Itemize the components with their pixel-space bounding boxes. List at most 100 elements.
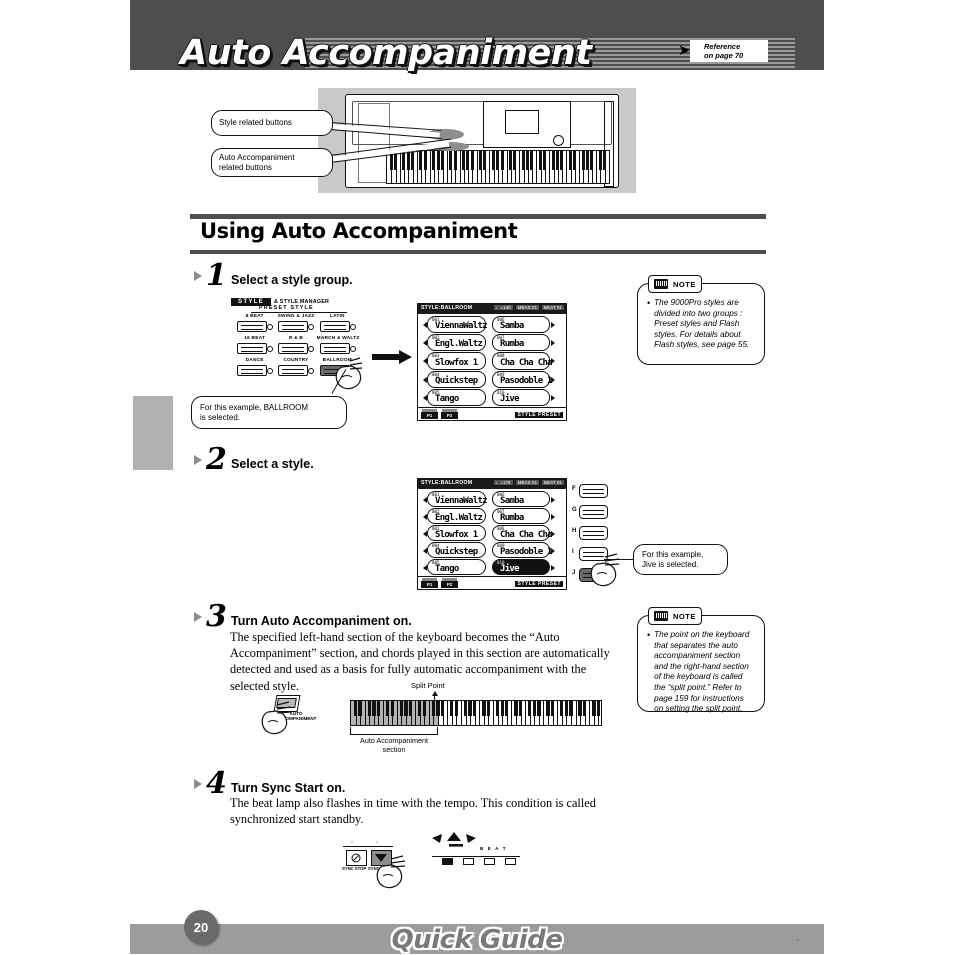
- keyboard-note-icon: [654, 611, 668, 621]
- style-name: Engl.Waltz: [435, 339, 483, 350]
- black-key: [590, 151, 594, 170]
- lcd1-status-1: MEAS 01: [515, 305, 540, 310]
- style-group-led: [308, 367, 315, 374]
- white-key-divider: [557, 701, 559, 725]
- black-key: [470, 151, 474, 170]
- callout-jive-example: For this example, Jive is selected.: [633, 544, 728, 575]
- style-group-cell-1: SWING & JAZZ: [275, 314, 316, 336]
- lcd1-titlebar: STYLE:BALLROOM ♩=140 MEAS 01 BEAT 01: [418, 304, 566, 314]
- white-key-divider: [511, 701, 513, 725]
- lcd2-item-viennawaltz[interactable]: 001 ViennaWaltz: [427, 491, 488, 507]
- lcd1-tab-p2[interactable]: P2: [441, 412, 458, 419]
- white-key-divider: [364, 701, 366, 725]
- lcd2-item-jive[interactable]: 010 Jive: [492, 559, 550, 575]
- side-button-label-h: H: [572, 528, 577, 534]
- white-key-divider: [519, 151, 521, 183]
- black-key: [500, 151, 504, 170]
- side-button-g[interactable]: [579, 505, 608, 519]
- bullet-icon: •: [647, 630, 651, 640]
- arrow-left-icon: [422, 514, 427, 520]
- style-name: Slowfox 1: [435, 357, 478, 368]
- white-key-divider: [575, 701, 577, 725]
- style-group-label: MARCH & WALTZ: [316, 336, 360, 341]
- style-manager-subtitle: PRESET STYLE: [259, 305, 314, 311]
- style-group-button-swing-jazz[interactable]: [278, 321, 309, 332]
- lcd2-tab-p2[interactable]: P2: [441, 581, 458, 588]
- lcd1-item-quickstep[interactable]: 004 Quickstep: [427, 370, 486, 388]
- white-key-divider: [506, 151, 508, 183]
- white-key-divider: [596, 151, 598, 183]
- style-group-button-country[interactable]: [278, 365, 309, 376]
- lcd2-item-samba[interactable]: 006 Samba: [492, 491, 550, 507]
- lcd2-item-pasodoble-1[interactable]: 009 Pasodoble 1: [492, 542, 553, 558]
- black-key: [505, 701, 509, 716]
- lcd1-item-slowfox-1[interactable]: 003 Slowfox 1: [427, 352, 486, 370]
- black-key: [598, 151, 602, 170]
- lcd1-item-engl-waltz[interactable]: 002 Engl.Waltz: [427, 334, 486, 352]
- sync-start-led: ◦: [376, 840, 379, 846]
- lcd1-item-jive[interactable]: 010 Jive: [492, 388, 550, 406]
- beat-lamp-2: [463, 858, 474, 865]
- lcd2-cell: 006 Samba: [492, 491, 556, 507]
- arrow-left-icon: [422, 322, 427, 328]
- white-key-divider: [429, 151, 431, 183]
- lcd1-item-viennawaltz[interactable]: 001 ViennaWaltz: [427, 316, 488, 334]
- style-group-button-latin[interactable]: [319, 321, 350, 332]
- style-group-led: [349, 345, 356, 352]
- black-key: [449, 151, 453, 170]
- style-group-cell-6: DANCE: [234, 358, 275, 380]
- style-group-button-8-beat[interactable]: [237, 321, 267, 332]
- arrow-left-icon: [422, 497, 427, 503]
- white-key-divider: [459, 151, 461, 183]
- style-group-button-march-waltz[interactable]: [319, 343, 350, 354]
- lcd1-status-2: BEAT 01: [542, 305, 564, 310]
- style-name: Quickstep: [435, 375, 478, 386]
- sync-stop-button[interactable]: [346, 850, 367, 866]
- style-group-button-r-b[interactable]: [278, 343, 309, 354]
- side-button-h[interactable]: [579, 526, 608, 540]
- style-group-label: COUNTRY: [283, 358, 309, 363]
- beat-label: B E A T: [480, 846, 508, 851]
- style-name: Tango: [435, 393, 459, 404]
- style-group-button-16-beat[interactable]: [237, 343, 267, 354]
- black-key: [367, 701, 372, 716]
- lcd2-item-slowfox-1[interactable]: 003 Slowfox 1: [427, 525, 486, 541]
- lcd2-cell: 008 Cha Cha Cha: [492, 525, 556, 541]
- instrument-display-screen: [505, 110, 539, 134]
- black-key: [546, 701, 550, 716]
- style-group-led: [349, 323, 356, 330]
- lcd1-item-rumba[interactable]: 007 Rumba: [492, 334, 550, 352]
- style-group-cell-4: R & B: [275, 336, 316, 358]
- lcd2-item-rumba[interactable]: 007 Rumba: [492, 508, 550, 524]
- lcd2-item-cha-cha-cha[interactable]: 008 Cha Cha Cha: [492, 525, 553, 541]
- lcd1-item-pasodoble-1[interactable]: 009 Pasodoble 1: [492, 370, 553, 388]
- style-name: Slowfox 1: [435, 530, 478, 541]
- black-key: [468, 701, 472, 716]
- note-2-text: The point on the keyboard that separates…: [654, 630, 750, 714]
- auto-accomp-section-brace: [350, 727, 438, 735]
- lcd1-item-samba[interactable]: 006 Samba: [492, 316, 550, 334]
- black-key: [419, 151, 423, 170]
- lcd2-item-tango[interactable]: 005 Tango: [427, 559, 486, 575]
- lcd2-tab-p1[interactable]: P1: [421, 581, 438, 588]
- callout-jive-line-1: For this example,: [642, 550, 704, 559]
- black-key: [436, 701, 440, 716]
- lcd1-item-tango[interactable]: 005 Tango: [427, 388, 486, 406]
- side-button-f[interactable]: [579, 484, 608, 498]
- style-group-label: 16 BEAT: [244, 336, 266, 341]
- black-key: [526, 151, 530, 170]
- auto-accomp-section-label-1: Auto Accompaniment: [360, 736, 428, 745]
- lcd2-item-engl-waltz[interactable]: 002 Engl.Waltz: [427, 508, 486, 524]
- style-name: Samba: [500, 496, 524, 507]
- beat-indicator: B E A T: [432, 832, 520, 868]
- lcd2-item-quickstep[interactable]: 004 Quickstep: [427, 542, 486, 558]
- lcd1-tab-p1[interactable]: P1: [421, 412, 438, 419]
- lcd2-cell: 007 Rumba: [492, 508, 556, 524]
- style-name: Tango: [435, 564, 459, 575]
- section-title: Using Auto Accompaniment: [200, 219, 518, 243]
- lcd1-item-cha-cha-cha[interactable]: 008 Cha Cha Cha: [492, 352, 553, 370]
- arrow-right-icon: [550, 340, 555, 347]
- style-group-button-dance[interactable]: [237, 365, 267, 376]
- pointing-hand-sync-start: [374, 855, 408, 891]
- style-group-led: [267, 345, 273, 352]
